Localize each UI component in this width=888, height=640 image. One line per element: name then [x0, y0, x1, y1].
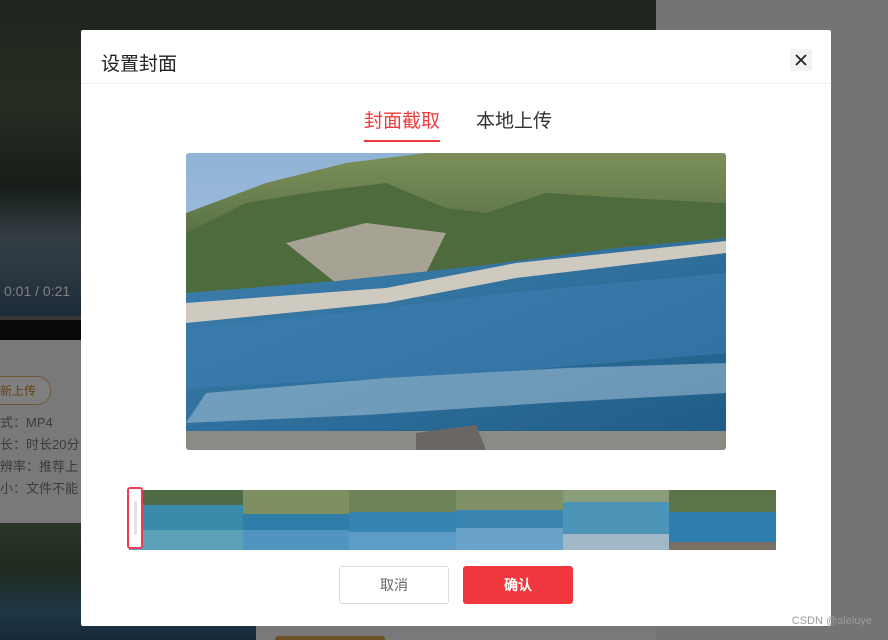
cancel-button[interactable]: 取消 — [339, 566, 449, 604]
watermark: CSDN @aleluye — [791, 615, 872, 627]
filmstrip-frame[interactable] — [243, 490, 349, 550]
set-cover-modal: 设置封面 封面截取 本地上传 取消 确认 — [81, 30, 831, 626]
cover-preview-image — [186, 153, 726, 450]
filmstrip-frame[interactable] — [129, 490, 243, 550]
filmstrip-frame[interactable] — [669, 490, 776, 550]
cover-tabs: 封面截取 本地上传 — [81, 106, 831, 142]
close-button[interactable] — [790, 49, 812, 71]
filmstrip-frame[interactable] — [456, 490, 563, 550]
close-icon — [795, 54, 807, 66]
frame-selector-handle[interactable] — [127, 487, 143, 549]
modal-title: 设置封面 — [101, 54, 178, 75]
frame-filmstrip[interactable] — [129, 490, 776, 550]
tab-local-upload[interactable]: 本地上传 — [476, 106, 552, 140]
filmstrip-frame[interactable] — [563, 490, 669, 550]
filmstrip-frame[interactable] — [349, 490, 456, 550]
tab-cover-capture[interactable]: 封面截取 — [364, 106, 441, 142]
confirm-button[interactable]: 确认 — [463, 566, 573, 604]
modal-header: 设置封面 — [81, 30, 831, 84]
